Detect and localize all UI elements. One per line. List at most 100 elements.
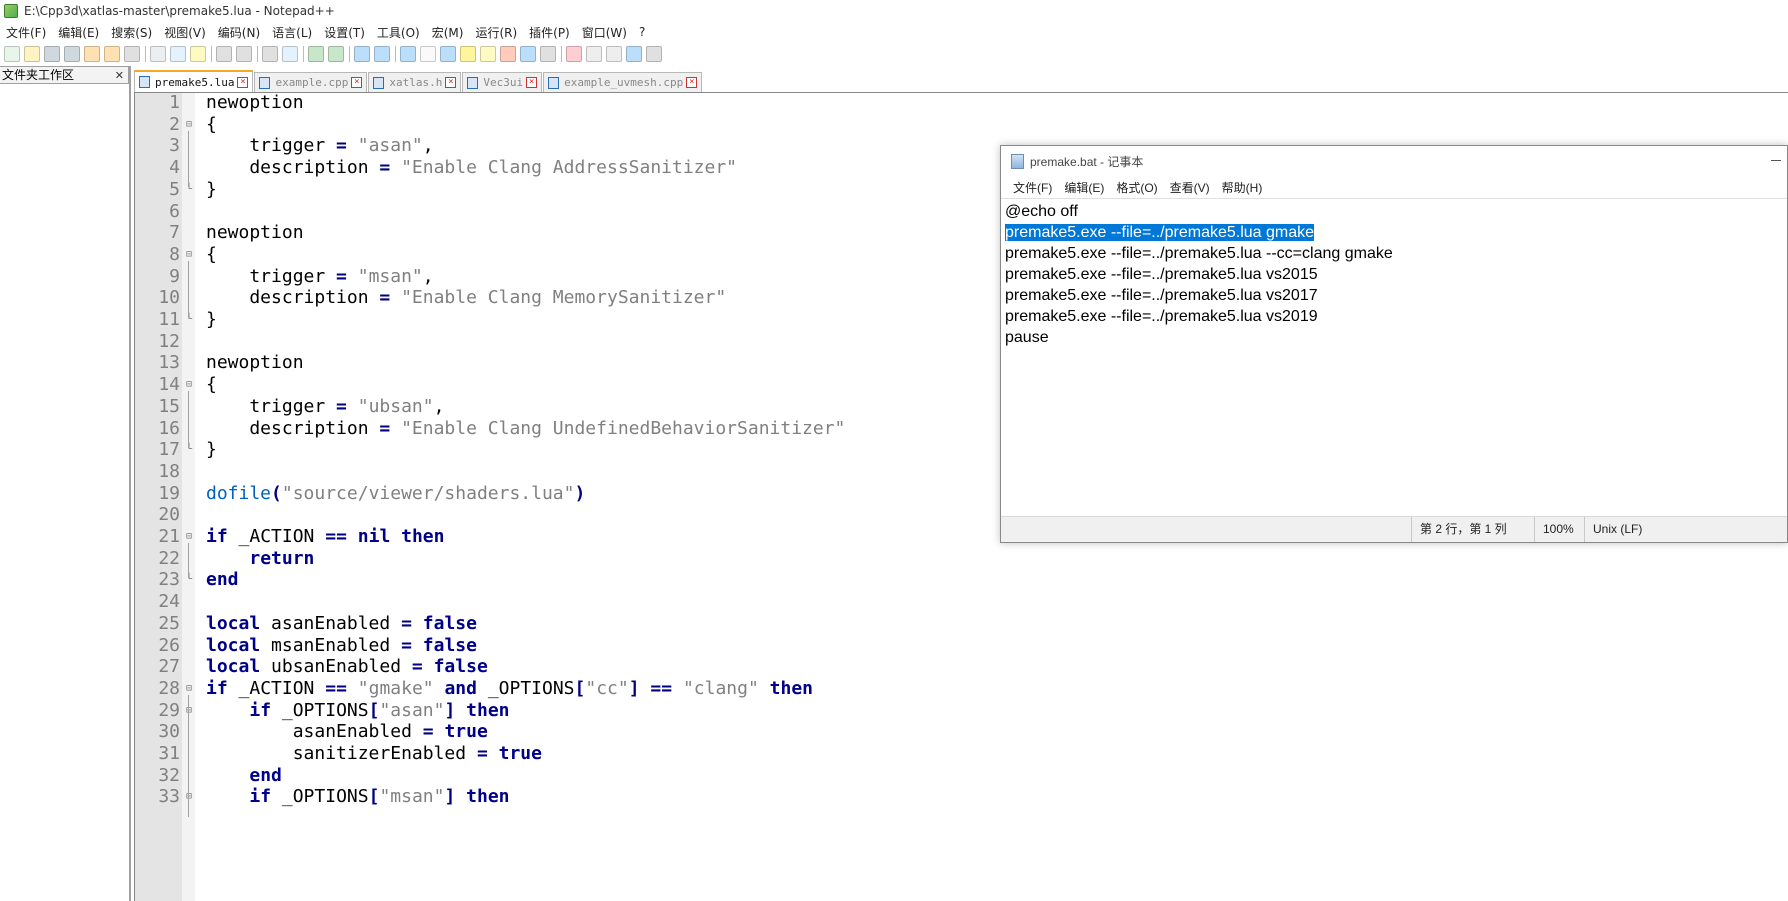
run-macro-multiple-icon[interactable]: [626, 46, 642, 62]
menu-item[interactable]: 工具(O): [371, 24, 426, 41]
zoom-out-icon[interactable]: [328, 46, 344, 62]
code-token: description: [206, 287, 380, 309]
fold-toggle-icon[interactable]: ⊟: [184, 526, 194, 548]
menu-item[interactable]: 运行(R): [469, 24, 523, 41]
code-token: }: [206, 309, 217, 330]
tab-premake5-lua[interactable]: premake5.lua ×: [134, 70, 254, 92]
notepad-menu-item[interactable]: 编辑(E): [1058, 179, 1110, 196]
line-number: 8: [169, 243, 180, 265]
code-text: return: [206, 548, 314, 570]
notepad-window[interactable]: premake.bat - 记事本 文件(F) 编辑(E) 格式(O) 查看(V) 帮助…: [1000, 145, 1788, 543]
file-icon: [548, 76, 560, 89]
notepad-menu-item[interactable]: 文件(F): [1007, 179, 1058, 196]
monitor-icon[interactable]: [540, 46, 556, 62]
user-lang-icon[interactable]: [460, 46, 476, 62]
line-text: premake5.exe --file=../premake5.lua vs20…: [1005, 287, 1318, 304]
code-token: then: [466, 786, 510, 808]
notepad-menu-item[interactable]: 查看(V): [1164, 179, 1216, 196]
menu-item[interactable]: 搜索(S): [105, 24, 158, 41]
close-tab-icon[interactable]: ×: [351, 77, 363, 88]
fold-toggle-icon[interactable]: ⊟: [184, 114, 194, 136]
menu-item[interactable]: 窗口(W): [576, 24, 633, 41]
word-wrap-icon[interactable]: [400, 46, 416, 62]
show-all-chars-icon[interactable]: [420, 46, 436, 62]
sync-h-icon[interactable]: [374, 46, 390, 62]
save-icon[interactable]: [44, 46, 60, 62]
replace-icon[interactable]: [282, 46, 298, 62]
file-icon: [259, 76, 271, 89]
code-text: end: [206, 569, 239, 591]
doc-map-icon[interactable]: [480, 46, 496, 62]
sync-v-icon[interactable]: [354, 46, 370, 62]
minimize-icon[interactable]: [1771, 160, 1781, 161]
save-all-icon[interactable]: [64, 46, 80, 62]
line-text: @echo off: [1005, 203, 1078, 220]
menu-item[interactable]: 宏(M): [426, 24, 470, 41]
line-ending: Unix (LF): [1584, 517, 1784, 542]
code-text: asanEnabled = true: [206, 721, 488, 743]
function-list-icon[interactable]: [500, 46, 516, 62]
stop-macro-icon[interactable]: [586, 46, 602, 62]
notepad-menu-item[interactable]: 格式(O): [1110, 179, 1163, 196]
code-token: return: [249, 547, 315, 569]
fold-toggle-icon[interactable]: ⊟: [184, 678, 194, 700]
code-text: }: [206, 179, 217, 201]
fold-toggle-icon[interactable]: ⊟: [184, 374, 194, 396]
paste-icon[interactable]: [190, 46, 206, 62]
menu-item[interactable]: 视图(V): [158, 24, 212, 41]
notepad-text-area[interactable]: @echo off premake5.exe --file=../premake5…: [1001, 198, 1787, 516]
close-tab-icon[interactable]: ×: [445, 77, 457, 88]
tab-example-cpp[interactable]: example.cpp ×: [254, 72, 368, 92]
folder-workspace-icon[interactable]: [520, 46, 536, 62]
code-text: description = "Enable Clang UndefinedBeh…: [206, 418, 845, 440]
code-token: nil: [357, 526, 391, 547]
code-token: "clang": [682, 677, 759, 699]
menu-item[interactable]: 设置(T): [318, 24, 371, 41]
indent-guide-icon[interactable]: [440, 46, 456, 62]
close-all-icon[interactable]: [104, 46, 120, 62]
undo-icon[interactable]: [216, 46, 232, 62]
new-file-icon[interactable]: [4, 46, 20, 62]
close-icon[interactable]: ✕: [115, 68, 124, 84]
close-tab-icon[interactable]: ×: [237, 76, 249, 88]
code-text: newoption: [206, 222, 304, 244]
code-token: "Enable Clang AddressSanitizer": [401, 157, 738, 179]
open-file-icon[interactable]: [24, 46, 40, 62]
code-token: ,: [433, 395, 445, 417]
code-token: (: [271, 482, 282, 504]
tab-example-uvmesh-cpp[interactable]: example_uvmesh.cpp ×: [543, 72, 703, 92]
line-number: 15: [158, 395, 180, 417]
save-macro-icon[interactable]: [646, 46, 662, 62]
menu-item[interactable]: 插件(P): [523, 24, 576, 41]
notepad-menu-item[interactable]: 帮助(H): [1216, 179, 1269, 196]
fold-toggle-icon[interactable]: ⊟: [184, 244, 194, 266]
copy-icon[interactable]: [170, 46, 186, 62]
fold-toggle-icon[interactable]: ⊟: [184, 786, 194, 808]
menu-item[interactable]: ?: [633, 25, 651, 39]
close-tab-icon[interactable]: ×: [686, 77, 698, 88]
code-line: 26 local msanEnabled = false: [135, 635, 1788, 657]
menu-item[interactable]: 语言(L): [266, 24, 318, 41]
close-icon[interactable]: [84, 46, 100, 62]
cut-icon[interactable]: [150, 46, 166, 62]
line-number: 12: [158, 330, 180, 352]
menu-item[interactable]: 文件(F): [0, 24, 52, 41]
play-macro-icon[interactable]: [606, 46, 622, 62]
zoom-in-icon[interactable]: [308, 46, 324, 62]
record-macro-icon[interactable]: [566, 46, 582, 62]
redo-icon[interactable]: [236, 46, 252, 62]
menu-item[interactable]: 编码(N): [212, 24, 266, 41]
print-icon[interactable]: [124, 46, 140, 62]
line-number: 20: [158, 504, 180, 526]
tab-xatlas-h[interactable]: xatlas.h ×: [368, 72, 462, 92]
code-token: newoption: [206, 352, 304, 374]
fold-toggle-icon[interactable]: ⊟: [184, 700, 194, 722]
menu-item[interactable]: 编辑(E): [52, 24, 105, 41]
tab-vec3ui[interactable]: Vec3ui ×: [462, 72, 543, 92]
notepad-title-bar[interactable]: premake.bat - 记事本: [1001, 146, 1787, 176]
find-icon[interactable]: [262, 46, 278, 62]
close-tab-icon[interactable]: ×: [526, 77, 538, 88]
